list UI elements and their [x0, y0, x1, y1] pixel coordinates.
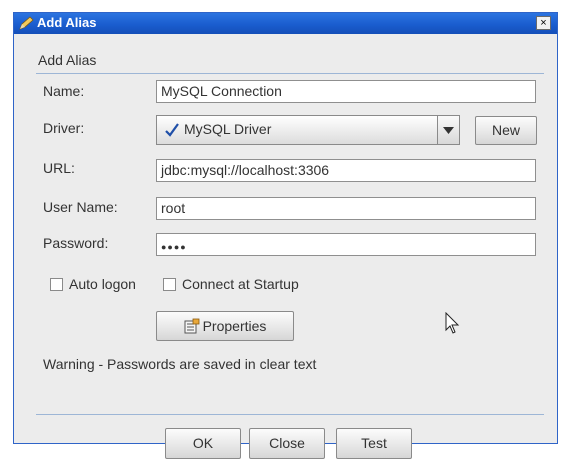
new-driver-button[interactable]: New [475, 116, 537, 145]
close-window-button[interactable]: × [536, 16, 551, 30]
checkmark-icon [165, 123, 179, 137]
mouse-pointer-icon [445, 312, 460, 334]
chevron-down-icon [443, 127, 454, 134]
pencil-icon [19, 16, 34, 30]
auto-logon-checkbox[interactable] [50, 278, 63, 291]
footer-divider [36, 414, 544, 415]
password-label: Password: [43, 235, 109, 251]
username-label: User Name: [43, 199, 118, 215]
test-button-label: Test [361, 435, 387, 451]
test-button[interactable]: Test [336, 428, 412, 459]
ok-button-label: OK [192, 435, 214, 451]
header-divider [36, 73, 544, 74]
close-button[interactable]: Close [249, 428, 325, 459]
title-bar[interactable]: Add Alias × [14, 13, 557, 34]
password-warning: Warning - Passwords are saved in clear t… [43, 356, 317, 372]
connect-startup-label[interactable]: Connect at Startup [182, 276, 299, 292]
driver-select-value: MySQL Driver [184, 121, 272, 137]
name-field[interactable]: MySQL Connection [156, 80, 536, 103]
auto-logon-label[interactable]: Auto logon [69, 276, 136, 292]
close-button-label: Close [269, 435, 305, 451]
window-title: Add Alias [37, 15, 97, 30]
url-label: URL: [43, 160, 75, 176]
driver-label: Driver: [43, 120, 85, 136]
driver-select[interactable]: MySQL Driver [156, 115, 460, 145]
new-driver-button-label: New [491, 122, 520, 138]
add-alias-dialog: Add Alias × Add Alias Name: MySQL Connec… [13, 12, 558, 459]
name-label: Name: [43, 83, 85, 99]
properties-icon [184, 318, 199, 334]
ok-button[interactable]: OK [165, 428, 241, 459]
connect-startup-checkbox[interactable] [163, 278, 176, 291]
properties-button-label: Properties [202, 318, 267, 334]
section-header: Add Alias [38, 52, 97, 68]
url-field[interactable]: jdbc:mysql://localhost:3306 [156, 159, 536, 182]
properties-button[interactable]: Properties [156, 311, 294, 341]
password-field[interactable]: ●●●● [156, 233, 536, 256]
username-field[interactable]: root [156, 197, 536, 220]
driver-dropdown-button[interactable] [437, 116, 459, 144]
